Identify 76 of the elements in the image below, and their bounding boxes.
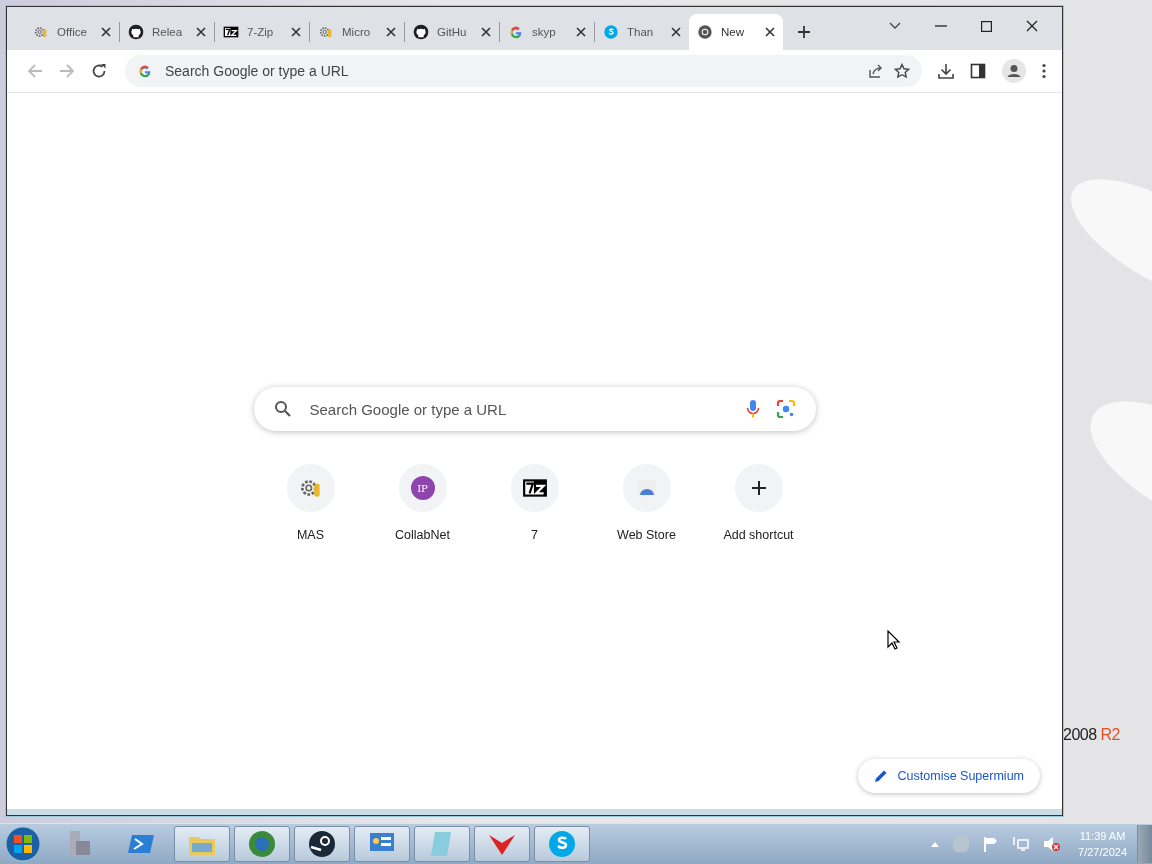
browser-tab[interactable]: New: [689, 14, 783, 50]
shortcut-tile[interactable]: IP CollabNet: [366, 464, 479, 542]
browser-tab[interactable]: skyp: [500, 14, 594, 50]
clock-date: 7/27/2024: [1078, 845, 1127, 860]
close-icon[interactable]: [196, 27, 206, 37]
address-bar[interactable]: Search Google or type a URL: [125, 55, 922, 87]
gear-key-icon: [33, 24, 49, 40]
tab-title: skyp: [532, 26, 557, 38]
search-input[interactable]: Search Google or type a URL: [307, 399, 730, 419]
browser-tab[interactable]: Than: [595, 14, 689, 50]
share-icon[interactable]: [868, 63, 884, 79]
plus-icon[interactable]: [797, 25, 811, 39]
tab-title: GitHu: [437, 26, 468, 38]
tab-title: Micro: [342, 26, 372, 38]
close-icon[interactable]: [1026, 20, 1038, 32]
address-input[interactable]: Search Google or type a URL: [163, 62, 858, 80]
shortcut-label: Add shortcut: [723, 528, 794, 542]
steam-icon[interactable]: [294, 826, 350, 862]
camera-lens-icon[interactable]: [775, 399, 796, 419]
reload-icon[interactable]: [91, 63, 107, 79]
close-icon[interactable]: [481, 27, 491, 37]
gear-key-icon: [318, 24, 334, 40]
skype-icon[interactable]: [534, 826, 590, 862]
browser-tab[interactable]: GitHu: [405, 14, 499, 50]
shortcut-tile[interactable]: Add shortcut: [702, 464, 815, 542]
browser-tab[interactable]: Office: [25, 14, 119, 50]
close-icon[interactable]: [291, 27, 301, 37]
monogram-icon: IP: [410, 476, 435, 500]
close-icon[interactable]: [671, 27, 681, 37]
shortcut-tile[interactable]: Web Store: [590, 464, 703, 542]
browser-tab[interactable]: Relea: [120, 14, 214, 50]
profile-icon[interactable]: [1002, 59, 1026, 83]
pencil-icon: [873, 769, 888, 783]
octocat-icon: [413, 24, 429, 40]
download-icon[interactable]: [938, 63, 954, 79]
plus-icon: [751, 481, 766, 495]
mouse-pointer-icon: [887, 630, 901, 650]
tab-title: Than: [627, 26, 655, 38]
tab-title: Office: [57, 26, 88, 38]
browser-tab[interactable]: Micro: [310, 14, 404, 50]
maximize-icon[interactable]: [981, 20, 992, 32]
browser-logo-icon: [697, 24, 713, 40]
tab-title: Relea: [152, 26, 184, 38]
browser-tab[interactable]: 7-Zip: [215, 14, 309, 50]
skype-icon: [603, 24, 619, 40]
clock-time: 11:39 AM: [1079, 829, 1126, 844]
menu-icon[interactable]: [1042, 63, 1046, 79]
start-orb-icon[interactable]: [5, 826, 41, 862]
control-panel-icon[interactable]: [354, 826, 410, 862]
chevron-down-icon[interactable]: [889, 22, 901, 30]
search-field[interactable]: Search Google or type a URL: [253, 387, 816, 431]
google-g-icon: [137, 63, 153, 79]
microphone-icon[interactable]: [745, 399, 760, 419]
shortcut-label: Web Store: [617, 528, 676, 542]
shortcut-tile[interactable]: MAS: [254, 464, 367, 542]
tab-title: 7-Zip: [247, 26, 275, 38]
star-icon[interactable]: [894, 63, 910, 79]
globe-icon[interactable]: [234, 826, 290, 862]
seven-zip-icon: [223, 24, 239, 40]
search-icon: [273, 400, 292, 418]
shortcut-label: CollabNet: [395, 528, 450, 542]
google-g-icon: [508, 24, 524, 40]
close-icon[interactable]: [765, 27, 775, 37]
folder-icon[interactable]: [174, 826, 230, 862]
shortcut-tile[interactable]: 7: [478, 464, 591, 542]
muted-speaker-icon[interactable]: [1043, 836, 1062, 852]
shortcut-label: MAS: [296, 528, 325, 542]
octocat-icon: [128, 24, 144, 40]
tab-title: New: [721, 26, 745, 38]
wallpaper-text: 2008 R2: [1063, 726, 1120, 744]
close-icon[interactable]: [101, 27, 111, 37]
customise-button[interactable]: Customise Supermium: [857, 759, 1040, 793]
close-icon[interactable]: [386, 27, 396, 37]
shortcut-label: 7: [531, 528, 538, 542]
close-icon[interactable]: [576, 27, 586, 37]
side-panel-icon[interactable]: [970, 63, 986, 79]
